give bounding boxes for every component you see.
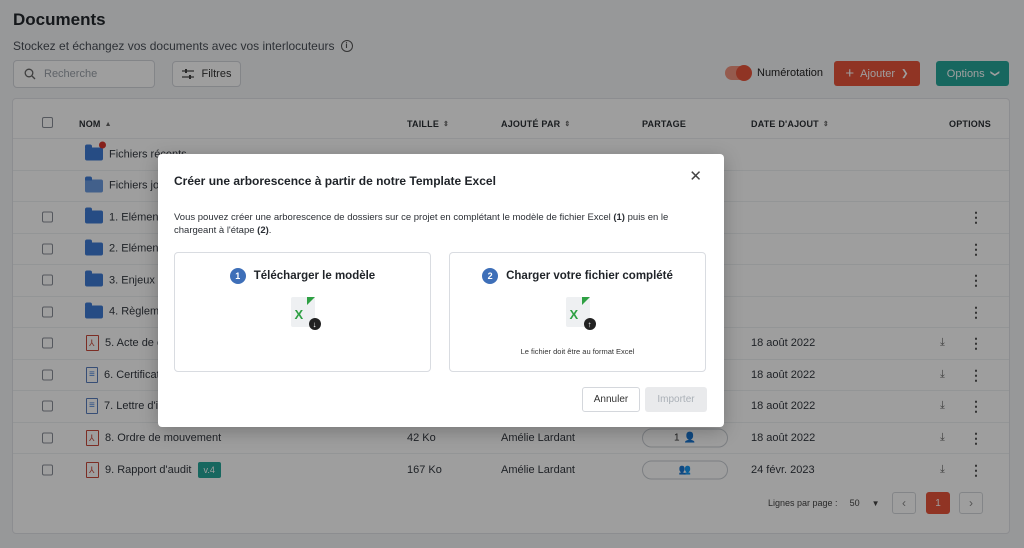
desc-text: . bbox=[268, 225, 272, 236]
modal-title: Créer une arborescence à partir de notre… bbox=[174, 174, 496, 188]
excel-upload-icon[interactable]: X ↑ bbox=[565, 297, 596, 330]
step1-heading: 1 Télécharger le modèle bbox=[175, 268, 430, 284]
modal-description: Vous pouvez créer une arborescence de do… bbox=[174, 211, 694, 237]
desc-step2: (2) bbox=[257, 225, 269, 236]
desc-step1: (1) bbox=[613, 212, 625, 223]
step2-number: 2 bbox=[482, 268, 499, 284]
step2-note: Le fichier doit être au format Excel bbox=[520, 347, 635, 356]
step2-title: Charger votre fichier complété bbox=[506, 270, 673, 282]
download-template-card[interactable]: 1 Télécharger le modèle X ↓ bbox=[174, 252, 431, 372]
desc-text: Vous pouvez créer une arborescence de do… bbox=[174, 212, 614, 223]
close-icon[interactable]: ✕ bbox=[689, 167, 702, 185]
excel-download-icon[interactable]: X ↓ bbox=[290, 297, 321, 330]
step1-number: 1 bbox=[229, 268, 246, 284]
cancel-button[interactable]: Annuler bbox=[582, 387, 640, 412]
excel-template-modal: Créer une arborescence à partir de notre… bbox=[158, 154, 724, 427]
step1-title: Télécharger le modèle bbox=[253, 270, 376, 282]
step2-heading: 2 Charger votre fichier complété bbox=[450, 268, 705, 284]
upload-file-card[interactable]: 2 Charger votre fichier complété X ↑ Le … bbox=[449, 252, 706, 372]
import-button[interactable]: Importer bbox=[645, 387, 707, 412]
